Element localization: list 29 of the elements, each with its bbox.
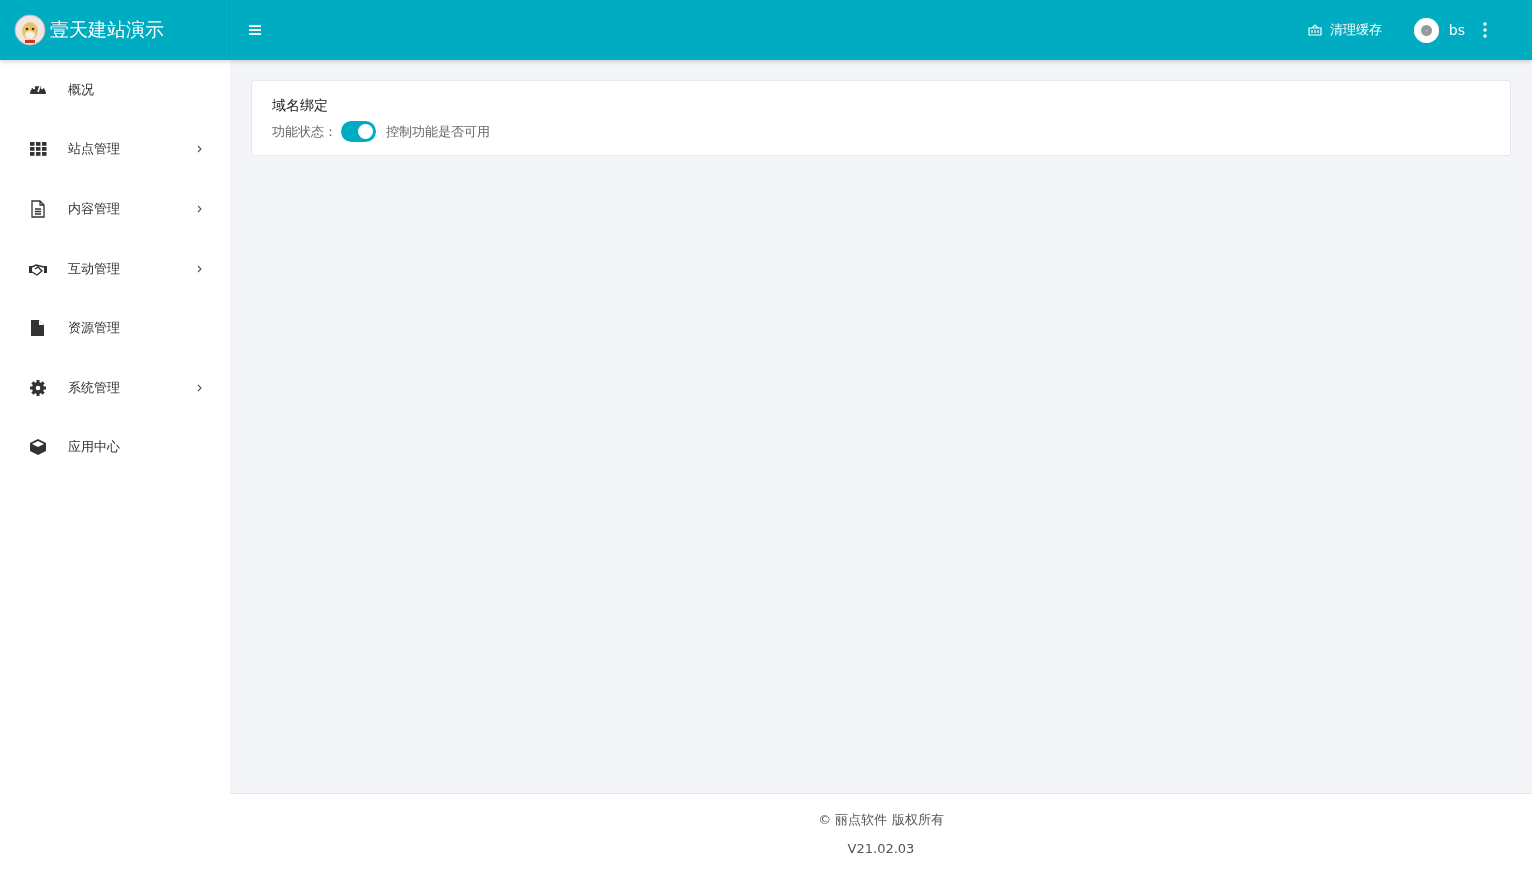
chevron-icon [197,383,202,392]
basket-icon [1307,24,1322,36]
logo-icon [14,14,46,46]
sidebar-item[interactable]: 内容管理 [0,179,230,239]
sidebar-item[interactable]: 互动管理 [0,238,230,299]
cube-icon [29,438,47,457]
file-icon [29,319,47,338]
sidebar-item[interactable]: 概况 [0,60,230,120]
sidebar-item[interactable]: 资源管理 [0,298,230,358]
version-text: V21.02.03 [847,840,915,856]
gauge-icon [29,85,47,95]
grid-icon [29,140,47,159]
gear-icon [29,378,47,397]
document-icon [29,200,47,218]
sidebar-item[interactable]: 站点管理 [0,119,230,180]
sidebar-item[interactable]: 系统管理 [0,357,230,418]
toggle-switch[interactable] [341,121,376,142]
more-icon[interactable] [1483,22,1487,38]
sidebar-item[interactable]: 应用中心 [0,417,230,478]
menu-icon[interactable] [249,25,261,35]
chevron-icon [197,264,202,273]
chevron-icon [197,205,202,213]
card-title: 域名绑定 [272,97,329,115]
user-avatar[interactable] [1413,17,1439,43]
copyright-text: © 丽点软件 版权所有 [818,810,944,829]
chevron-icon [197,145,202,154]
site-title: 壹天建站演示 [50,17,164,42]
status-label: 功能状态： [272,122,337,141]
hint-text: 控制功能是否可用 [386,122,490,141]
